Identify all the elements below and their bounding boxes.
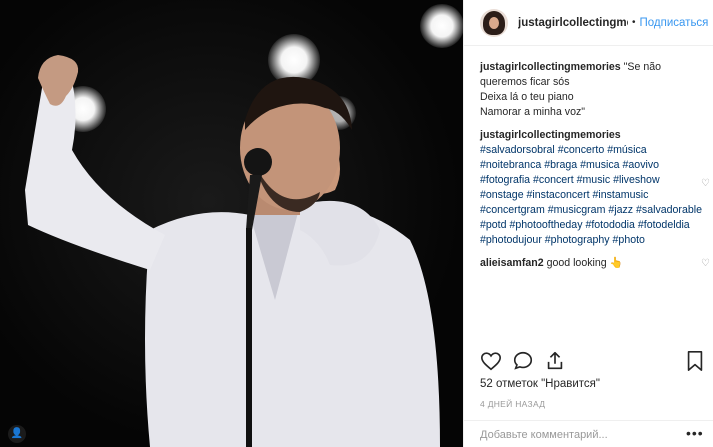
- post-header: justagirlcollectingmemories • Подписатьс…: [464, 0, 713, 46]
- list-item: alieisamfan2 good looking 👆 ♡: [480, 256, 710, 271]
- performer-figure: [25, 55, 440, 447]
- post-timestamp[interactable]: 4 ДНЕЙ НАЗАД: [480, 399, 545, 409]
- post-photo[interactable]: 👤: [0, 0, 463, 447]
- share-icon[interactable]: [544, 350, 566, 372]
- avatar[interactable]: [480, 8, 508, 37]
- hashtag-list[interactable]: #salvadorsobral #concerto #música #noite…: [480, 143, 704, 248]
- comment-icon[interactable]: [512, 350, 534, 372]
- small-heart-icon[interactable]: ♡: [701, 256, 710, 271]
- tags-comment: justagirlcollectingmemories #salvadorsob…: [480, 128, 710, 248]
- small-heart-icon[interactable]: ♡: [701, 176, 710, 191]
- likes-count[interactable]: 52 отметок "Нравится": [480, 378, 600, 390]
- comment-input[interactable]: Добавьте комментарий...: [480, 429, 608, 441]
- post-side-panel: justagirlcollectingmemories • Подписатьс…: [463, 0, 713, 447]
- separator-dot: •: [632, 17, 636, 28]
- action-bar: [480, 350, 706, 376]
- comment-username[interactable]: alieisamfan2: [480, 257, 544, 269]
- heart-icon[interactable]: [480, 350, 502, 372]
- tag-people-button[interactable]: 👤: [8, 425, 26, 443]
- follow-button[interactable]: Подписаться: [640, 17, 709, 29]
- header-username[interactable]: justagirlcollectingmemories: [518, 17, 628, 29]
- bookmark-icon[interactable]: [685, 350, 705, 372]
- pointing-emoji: 👆: [609, 257, 623, 269]
- comments-list: justagirlcollectingmemories "Se não quer…: [480, 60, 710, 279]
- person-icon: 👤: [10, 428, 24, 439]
- comment-username[interactable]: justagirlcollectingmemories: [480, 61, 621, 73]
- caption-comment: justagirlcollectingmemories "Se não quer…: [480, 60, 704, 120]
- more-options-button[interactable]: •••: [686, 425, 704, 441]
- comment-text: good looking: [546, 257, 607, 269]
- comment-box: Добавьте комментарий... •••: [464, 420, 713, 447]
- comment-username[interactable]: justagirlcollectingmemories: [480, 128, 704, 143]
